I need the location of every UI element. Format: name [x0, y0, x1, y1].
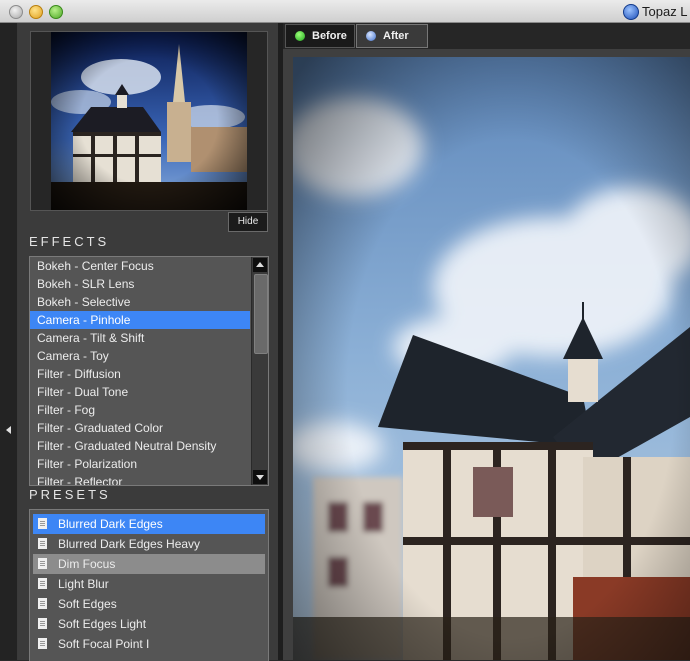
window-title: Topaz L [642, 4, 688, 19]
left-collapse-strip[interactable] [0, 23, 18, 660]
document-icon [38, 538, 47, 549]
effect-item[interactable]: Filter - Polarization [30, 455, 250, 473]
tab-after-label: After [383, 30, 409, 42]
effect-item[interactable]: Camera - Toy [30, 347, 250, 365]
preset-label: Soft Edges [58, 597, 117, 611]
preset-item[interactable]: Soft Edges Light [30, 614, 268, 634]
preset-label: Dim Focus [58, 557, 116, 571]
document-icon [38, 618, 47, 629]
window-titlebar: Topaz L [0, 0, 690, 23]
effect-item[interactable]: Filter - Diffusion [30, 365, 250, 383]
preset-item[interactable]: Blurred Dark Edges [33, 514, 265, 534]
tab-before[interactable]: Before [285, 24, 355, 48]
effect-item[interactable]: Filter - Dual Tone [30, 383, 250, 401]
tab-before-label: Before [312, 30, 347, 42]
preset-label: Blurred Dark Edges Heavy [58, 537, 201, 551]
effect-item[interactable]: Camera - Pinhole [30, 311, 250, 329]
effect-item[interactable]: Bokeh - Selective [30, 293, 250, 311]
image-viewer[interactable] [283, 49, 690, 660]
effects-items[interactable]: Bokeh - Center Focus Bokeh - SLR Lens Boke… [30, 257, 250, 485]
topaz-logo-icon [623, 4, 639, 20]
effects-heading: EFFECTS [29, 234, 110, 249]
hide-preview-button[interactable]: Hide [228, 212, 268, 232]
minimize-window-button[interactable] [29, 5, 43, 19]
document-icon [38, 598, 47, 609]
tab-after[interactable]: After [356, 24, 428, 48]
preset-label: Blurred Dark Edges [58, 517, 163, 531]
sidebar: Hide EFFECTS Bokeh - Center Focus Bokeh -… [18, 23, 278, 661]
scroll-thumb[interactable] [254, 274, 268, 354]
effect-item[interactable]: Filter - Graduated Color [30, 419, 250, 437]
effect-item[interactable]: Filter - Fog [30, 401, 250, 419]
effect-item[interactable]: Bokeh - Center Focus [30, 257, 250, 275]
navigator-preview[interactable] [30, 31, 268, 211]
preset-item[interactable]: Soft Focal Point I [30, 634, 268, 654]
presets-items[interactable]: Blurred Dark Edges Blurred Dark Edges Hea… [30, 514, 268, 654]
view-tabs: Before After [283, 23, 690, 49]
main-photo[interactable] [293, 57, 690, 660]
document-icon [38, 558, 47, 569]
scroll-down-button[interactable] [253, 470, 267, 484]
maximize-window-button[interactable] [49, 5, 63, 19]
preset-item[interactable]: Dim Focus [33, 554, 265, 574]
document-icon [38, 578, 47, 589]
after-dot-icon [366, 31, 376, 41]
close-window-button[interactable] [9, 5, 23, 19]
before-dot-icon [295, 31, 305, 41]
preset-label: Soft Edges Light [58, 617, 147, 631]
preset-item[interactable]: Soft Edges [30, 594, 268, 614]
presets-heading: PRESETS [29, 487, 111, 502]
document-icon [38, 518, 47, 529]
preview-thumbnail [51, 32, 247, 210]
preset-item[interactable]: Blurred Dark Edges Heavy [30, 534, 268, 554]
preset-item[interactable]: Light Blur [30, 574, 268, 594]
preset-label: Soft Focal Point I [58, 637, 150, 651]
collapse-arrow-icon[interactable] [6, 426, 11, 434]
scroll-up-button[interactable] [253, 258, 267, 272]
effects-list[interactable]: Bokeh - Center Focus Bokeh - SLR Lens Boke… [29, 256, 269, 486]
effect-item[interactable]: Bokeh - SLR Lens [30, 275, 250, 293]
effects-scrollbar[interactable] [251, 257, 268, 485]
effect-item[interactable]: Filter - Reflector [30, 473, 250, 485]
presets-list[interactable]: Blurred Dark Edges Blurred Dark Edges Hea… [29, 509, 269, 661]
document-icon [38, 638, 47, 649]
effect-item[interactable]: Filter - Graduated Neutral Density [30, 437, 250, 455]
preset-label: Light Blur [58, 577, 109, 591]
effect-item[interactable]: Camera - Tilt & Shift [30, 329, 250, 347]
